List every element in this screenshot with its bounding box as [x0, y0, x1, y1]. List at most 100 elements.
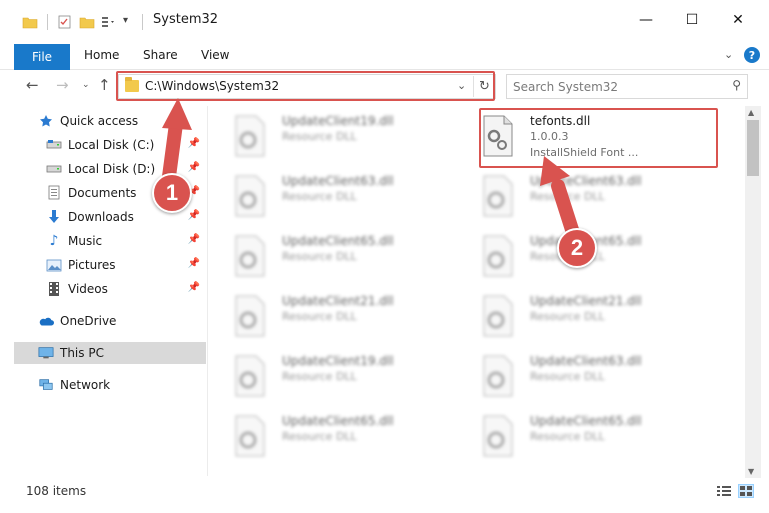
- pin-icon[interactable]: 📌: [188, 162, 200, 173]
- list-item[interactable]: UpdateClient19.dll Resource DLL: [210, 108, 448, 168]
- cloud-icon: [38, 313, 54, 329]
- expand-ribbon-icon[interactable]: ⌄: [724, 48, 733, 61]
- sidebar-item-label: Quick access: [60, 114, 139, 128]
- dll-file-icon: [480, 414, 516, 458]
- dll-file-icon: [480, 354, 516, 398]
- minimize-icon: —: [639, 12, 653, 28]
- file-type: Resource DLL: [282, 430, 357, 443]
- dll-file-icon: [480, 234, 516, 278]
- file-type: Resource DLL: [282, 370, 357, 383]
- file-type: Resource DLL: [530, 370, 605, 383]
- status-bar: 108 items: [0, 478, 769, 506]
- file-name: UpdateClient21.dll: [530, 294, 642, 308]
- sidebar-item-label: This PC: [60, 346, 104, 360]
- back-arrow-icon[interactable]: ←: [26, 76, 39, 94]
- file-name: UpdateClient63.dll: [282, 174, 394, 188]
- file-highlight-frame: [479, 108, 718, 168]
- tab-share[interactable]: Share: [143, 48, 178, 62]
- list-item[interactable]: UpdateClient65.dll Resource DLL: [458, 408, 696, 468]
- customize-toolbar-icon[interactable]: [101, 15, 117, 29]
- dll-file-icon: [480, 294, 516, 338]
- list-item[interactable]: UpdateClient21.dll Resource DLL: [458, 288, 696, 348]
- step-2-badge: 2: [557, 228, 597, 268]
- file-type: Resource DLL: [530, 190, 605, 203]
- list-item[interactable]: UpdateClient19.dll Resource DLL: [210, 348, 448, 408]
- sidebar-item-videos[interactable]: Videos 📌: [14, 278, 206, 300]
- sidebar-item-label: Music: [68, 234, 103, 248]
- file-name: UpdateClient19.dll: [282, 114, 394, 128]
- sidebar-item-music[interactable]: ♪ Music 📌: [14, 230, 206, 252]
- dll-file-icon: [480, 174, 516, 218]
- dll-file-icon: [232, 174, 268, 218]
- search-input[interactable]: [513, 78, 713, 96]
- minimize-button[interactable]: —: [623, 0, 669, 40]
- sidebar-item-pictures[interactable]: Pictures 📌: [14, 254, 206, 276]
- new-folder-icon[interactable]: [79, 15, 95, 29]
- list-item[interactable]: UpdateClient65.dll Resource DLL: [210, 228, 448, 288]
- sidebar-item-network[interactable]: Network: [14, 374, 206, 396]
- sidebar-item-label: Pictures: [68, 258, 116, 272]
- forward-arrow-icon[interactable]: →: [56, 76, 69, 94]
- sidebar-item-onedrive[interactable]: OneDrive: [14, 310, 206, 332]
- maximize-icon: ☐: [685, 12, 699, 28]
- sidebar-item-label: Local Disk (C:): [68, 138, 155, 152]
- toolbar-separator: [47, 14, 48, 30]
- up-arrow-icon[interactable]: ↑: [98, 76, 111, 94]
- file-name: UpdateClient65.dll: [530, 414, 642, 428]
- file-name: UpdateClient63.dll: [530, 354, 642, 368]
- scroll-up-icon[interactable]: ▲: [748, 108, 754, 117]
- maximize-button[interactable]: ☐: [669, 0, 715, 40]
- list-item[interactable]: UpdateClient21.dll Resource DLL: [210, 288, 448, 348]
- sidebar-item-local-disk-c[interactable]: Local Disk (C:) 📌: [14, 134, 206, 156]
- folder-icon[interactable]: [22, 15, 38, 29]
- dll-file-icon: [232, 114, 268, 158]
- sidebar-item-this-pc[interactable]: This PC: [14, 342, 206, 364]
- sidebar-item-label: Videos: [68, 282, 108, 296]
- file-name: UpdateClient65.dll: [282, 234, 394, 248]
- toolbar-separator: [142, 14, 143, 30]
- tab-view[interactable]: View: [201, 48, 229, 62]
- sidebar-item-label: Local Disk (D:): [68, 162, 156, 176]
- scroll-down-icon[interactable]: ▼: [748, 467, 754, 476]
- search-icon[interactable]: ⚲: [732, 78, 741, 92]
- search-box[interactable]: ⚲: [506, 74, 748, 99]
- tab-home[interactable]: Home: [84, 48, 119, 62]
- drive-icon: [46, 137, 62, 153]
- download-icon: [46, 209, 62, 225]
- tab-file[interactable]: File: [14, 44, 70, 70]
- close-button[interactable]: ✕: [715, 0, 761, 40]
- pin-icon[interactable]: 📌: [188, 258, 200, 269]
- file-name: UpdateClient63.dll: [530, 174, 642, 188]
- properties-icon[interactable]: [57, 15, 73, 29]
- file-name: UpdateClient19.dll: [282, 354, 394, 368]
- file-name: UpdateClient21.dll: [282, 294, 394, 308]
- dll-file-icon: [232, 294, 268, 338]
- file-type: Resource DLL: [530, 430, 605, 443]
- recent-locations-icon[interactable]: ⌄: [82, 80, 90, 90]
- file-type: Resource DLL: [282, 130, 357, 143]
- details-view-icon[interactable]: [716, 484, 732, 498]
- pin-icon[interactable]: 📌: [188, 138, 200, 149]
- address-highlight-frame: [116, 71, 495, 101]
- drive-icon: [46, 161, 62, 177]
- step-1-badge: 1: [152, 173, 192, 213]
- tiles-view-icon[interactable]: [738, 484, 754, 498]
- pictures-icon: [46, 257, 62, 273]
- list-item[interactable]: UpdateClient65.dll Resource DLL: [210, 408, 448, 468]
- list-item[interactable]: UpdateClient63.dll Resource DLL: [458, 348, 696, 408]
- vertical-scrollbar[interactable]: ▲ ▼: [745, 106, 761, 478]
- pin-icon[interactable]: 📌: [188, 282, 200, 293]
- pin-icon[interactable]: 📌: [188, 234, 200, 245]
- sidebar-item-quick-access[interactable]: Quick access: [14, 110, 206, 132]
- window-title: System32: [153, 12, 219, 27]
- help-icon[interactable]: ?: [744, 47, 760, 63]
- dll-file-icon: [232, 234, 268, 278]
- list-item[interactable]: UpdateClient63.dll Resource DLL: [458, 168, 696, 228]
- pin-icon[interactable]: 📌: [188, 210, 200, 221]
- sidebar-item-label: OneDrive: [60, 314, 117, 328]
- list-item[interactable]: UpdateClient63.dll Resource DLL: [210, 168, 448, 228]
- chevron-down-icon[interactable]: ▾: [123, 15, 133, 29]
- sidebar-item-label: Downloads: [68, 210, 134, 224]
- scrollbar-thumb[interactable]: [747, 120, 759, 176]
- sidebar-item-label: Network: [60, 378, 111, 392]
